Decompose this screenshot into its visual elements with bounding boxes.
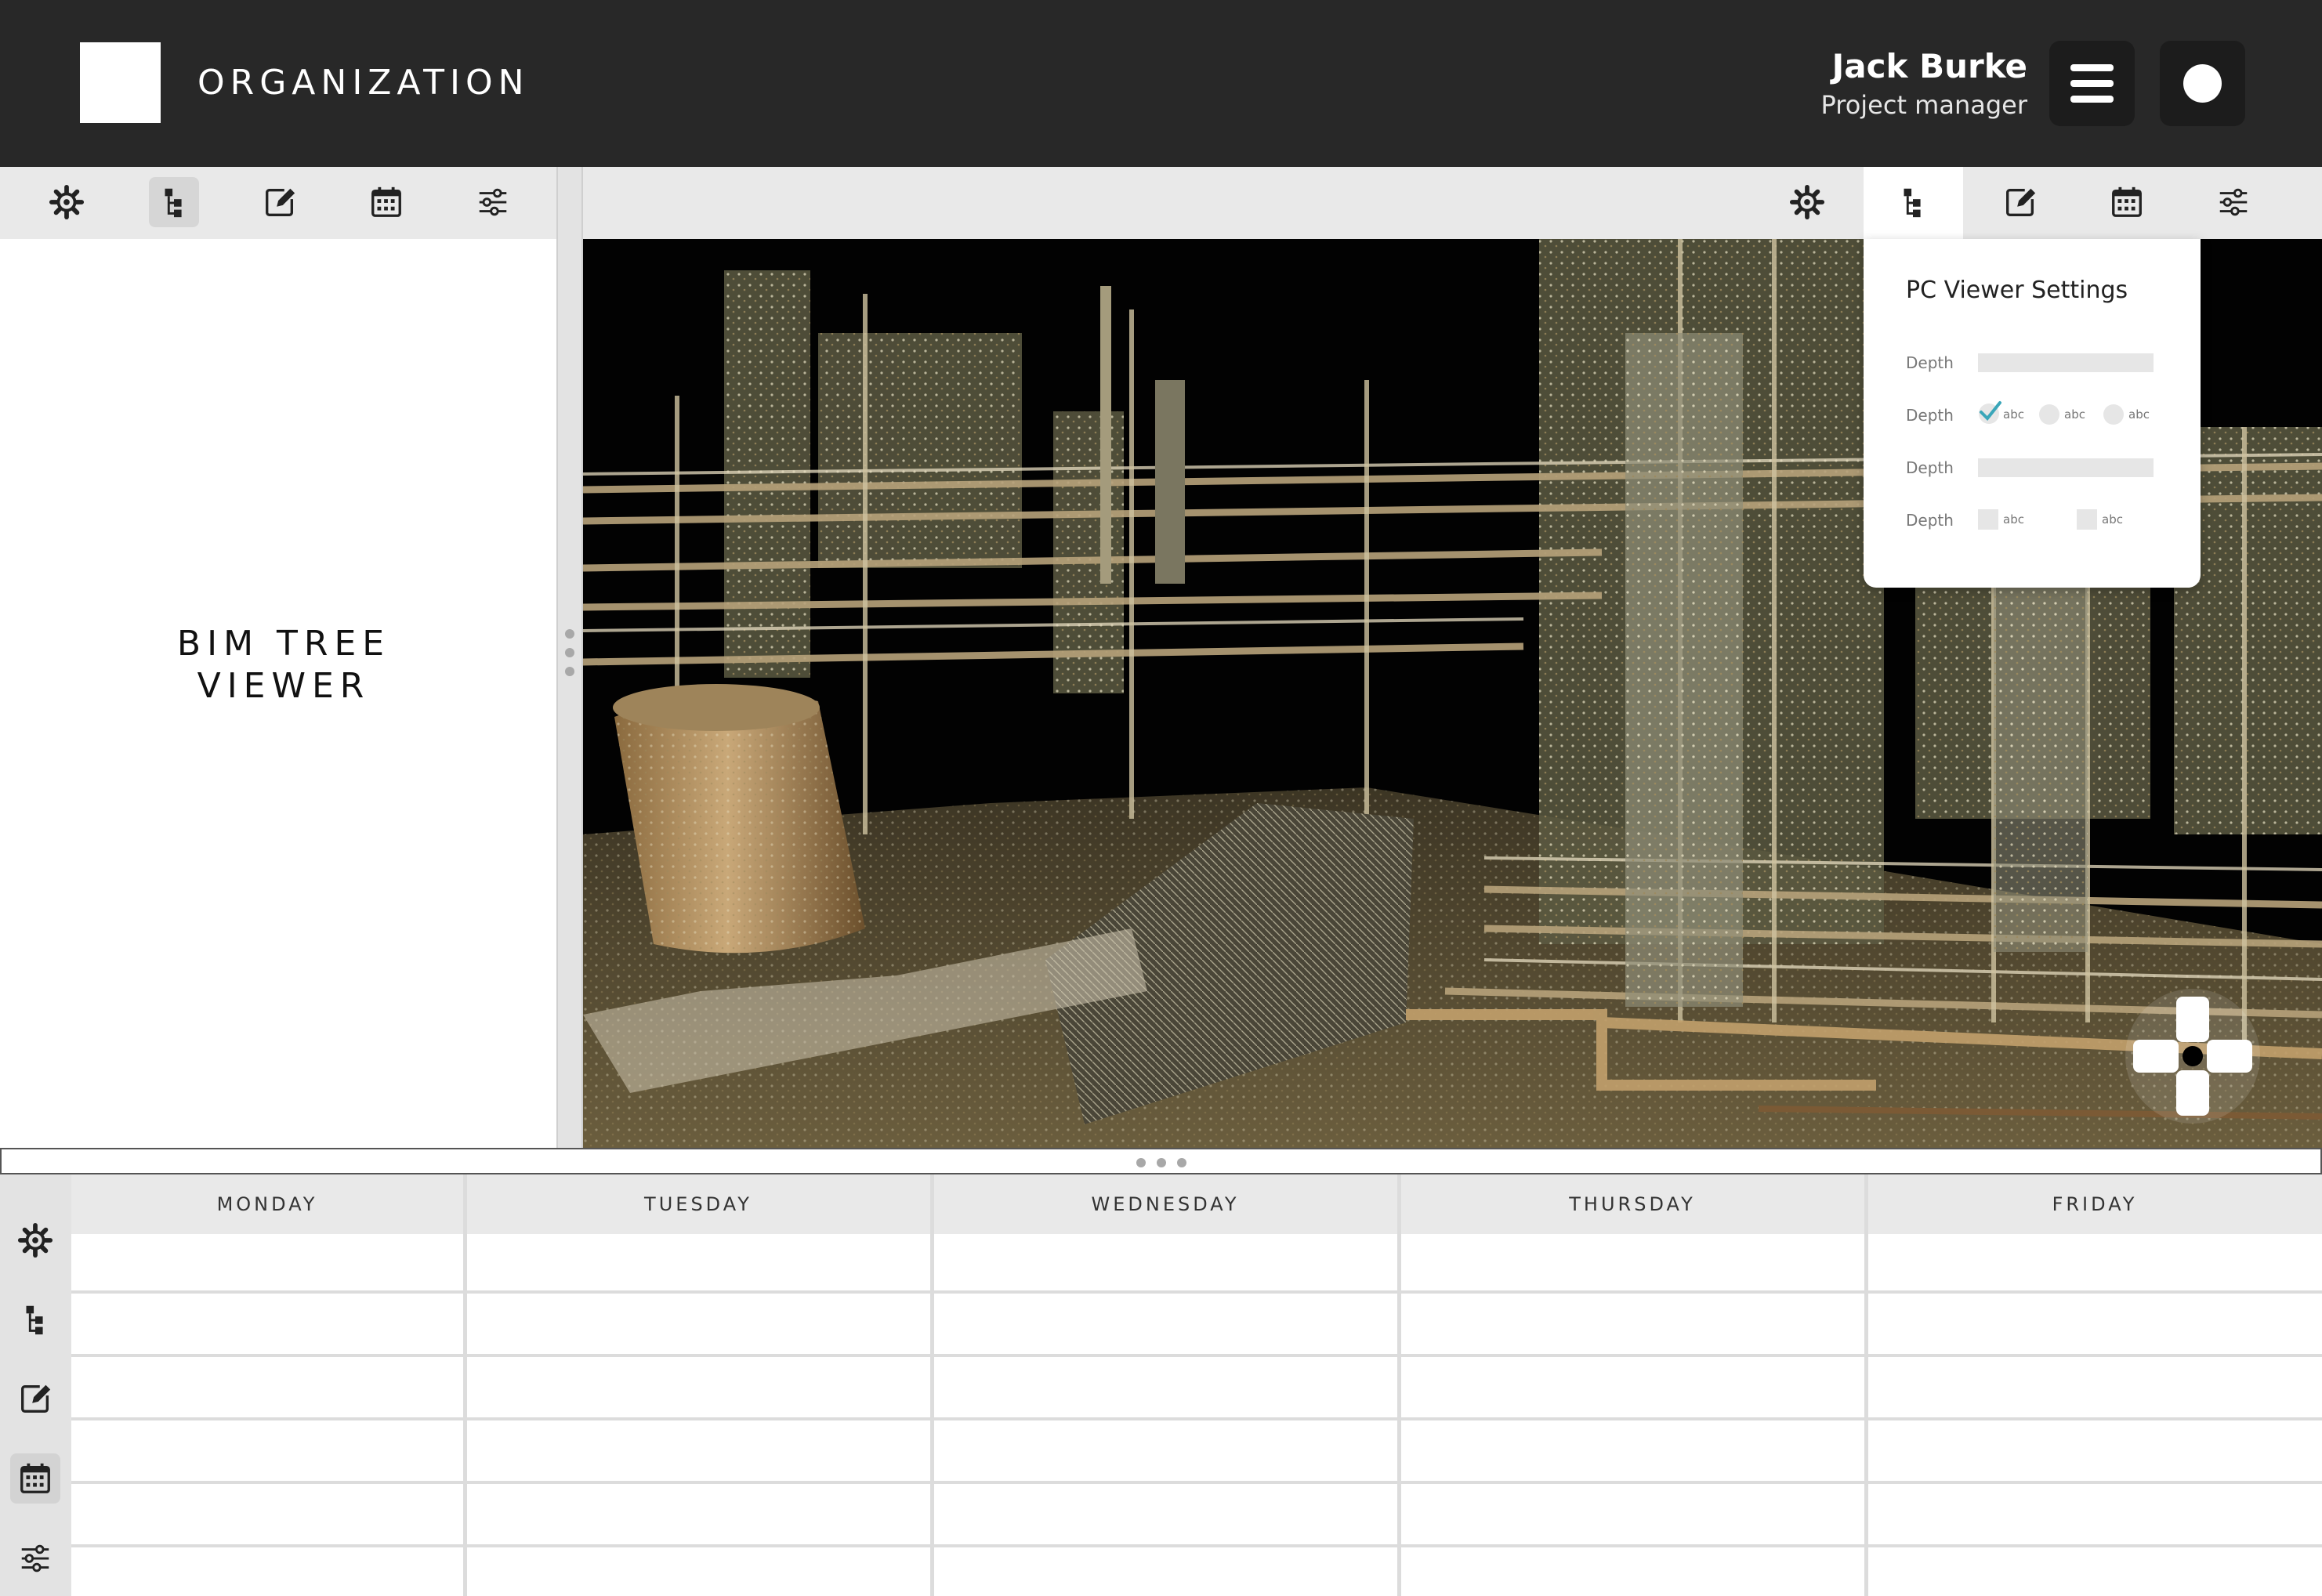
horizontal-splitter[interactable]	[0, 1148, 2322, 1174]
profile-dot-icon	[2183, 64, 2222, 103]
day-header: TUESDAY	[466, 1174, 930, 1234]
viewer-sliders-button[interactable]	[2208, 177, 2259, 227]
checkbox-option-label: abc	[2003, 512, 2024, 527]
grip-dot	[565, 667, 574, 676]
left-settings-button[interactable]	[42, 177, 92, 227]
depth-label: Depth	[1906, 458, 1954, 477]
wednesday-column: WEDNESDAY	[933, 1174, 1397, 1596]
settings-gear-icon	[17, 1222, 53, 1258]
rail-edit-button[interactable]	[10, 1373, 60, 1424]
tuesday-column: TUESDAY	[466, 1174, 930, 1596]
left-tree-button[interactable]	[149, 177, 199, 227]
weekly-calendar: MONDAY TUESDAY WEDNESDAY THURSDAY FRIDAY	[71, 1174, 2322, 1596]
app-header: ORGANIZATION Jack Burke Project manager	[0, 0, 2322, 167]
bim-tree-panel: BIM TREE VIEWER	[0, 239, 556, 1148]
bim-tree-title-line1: BIM TREE	[176, 624, 391, 664]
grip-dot	[1157, 1158, 1166, 1167]
hamburger-menu-icon	[2070, 64, 2114, 103]
day-header: WEDNESDAY	[933, 1174, 1397, 1234]
column-separator	[463, 1174, 467, 1596]
organization-logo[interactable]	[80, 42, 161, 123]
depth-label: Depth	[1906, 353, 1954, 372]
viewer-toolbar	[583, 167, 2322, 239]
settings-gear-icon	[1789, 184, 1825, 220]
calendar-row-line	[71, 1354, 2322, 1357]
depth-checkbox-row: Depth abc abc	[1906, 508, 2172, 531]
edit-note-icon	[2006, 188, 2036, 216]
pc-viewer-settings-popover: PC Viewer Settings Depth Depth abc abc a…	[1864, 239, 2201, 588]
calendar-row-line	[71, 1544, 2322, 1547]
left-edit-button[interactable]	[255, 177, 305, 227]
column-separator	[1397, 1174, 1401, 1596]
rail-sliders-button[interactable]	[10, 1533, 60, 1583]
checkmark-icon	[1979, 401, 2001, 424]
day-header: MONDAY	[71, 1174, 463, 1234]
day-header: FRIDAY	[1867, 1174, 2322, 1234]
grip-dot	[1177, 1158, 1186, 1167]
calendar-icon	[371, 186, 401, 217]
sliders-icon	[2219, 188, 2248, 216]
rail-settings-button[interactable]	[10, 1215, 60, 1265]
bottom-side-rail	[0, 1174, 71, 1596]
grip-dot	[1136, 1158, 1146, 1167]
grip-dot	[565, 629, 574, 639]
rail-tree-button[interactable]	[10, 1294, 60, 1344]
calendar-row-line	[71, 1290, 2322, 1294]
calendar-row-line	[71, 1481, 2322, 1484]
viewer-calendar-button[interactable]	[2102, 177, 2152, 227]
grip-dot	[565, 648, 574, 657]
settings-gear-icon	[49, 184, 85, 220]
radio-circle	[2039, 404, 2059, 425]
checkbox	[2077, 509, 2097, 530]
user-name: Jack Burke	[1831, 47, 2027, 85]
depth-slider-row: Depth	[1906, 350, 2172, 374]
depth-label: Depth	[1906, 511, 1954, 530]
radio-option-label: abc	[2064, 407, 2085, 422]
radio-option-label: abc	[2003, 407, 2024, 422]
friday-column: FRIDAY	[1867, 1174, 2322, 1596]
popover-title: PC Viewer Settings	[1906, 277, 2128, 304]
left-sliders-button[interactable]	[468, 177, 518, 227]
checkbox-option-label: abc	[2102, 512, 2123, 527]
bim-tree-title: BIM TREE VIEWER	[0, 623, 567, 708]
depth-radio-row: Depth abc abc abc	[1906, 401, 2172, 426]
calendar-icon	[20, 1463, 50, 1493]
viewer-edit-button[interactable]	[1995, 177, 2045, 227]
depth-slider[interactable]	[1978, 458, 2154, 477]
column-separator	[930, 1174, 934, 1596]
tree-hierarchy-icon	[26, 1305, 43, 1335]
radio-circle	[2103, 404, 2124, 425]
checkbox	[1978, 509, 1998, 530]
bim-tree-title-line2: VIEWER	[197, 666, 371, 706]
vertical-splitter[interactable]	[556, 167, 583, 1148]
sliders-icon	[479, 188, 507, 216]
edit-note-icon	[266, 188, 295, 216]
viewer-tree-tab[interactable]	[1864, 167, 1963, 239]
radio-option-label: abc	[2128, 407, 2150, 422]
viewer-tree-button[interactable]	[1888, 177, 1938, 227]
column-separator	[1864, 1174, 1868, 1596]
calendar-row-line	[71, 1417, 2322, 1420]
left-calendar-button[interactable]	[361, 177, 411, 227]
menu-button[interactable]	[2049, 41, 2135, 126]
rail-calendar-button[interactable]	[10, 1453, 60, 1504]
viewer-settings-button[interactable]	[1782, 177, 1832, 227]
monday-column: MONDAY	[71, 1174, 463, 1596]
left-panel-toolbar	[0, 167, 556, 239]
user-role: Project manager	[1820, 90, 2027, 120]
calendar-icon	[2112, 186, 2142, 217]
profile-button[interactable]	[2160, 41, 2245, 126]
sliders-icon	[21, 1544, 49, 1572]
day-header: THURSDAY	[1400, 1174, 1864, 1234]
navigation-pad-icon[interactable]	[2124, 987, 2262, 1125]
edit-note-icon	[21, 1384, 51, 1413]
thursday-column: THURSDAY	[1400, 1174, 1864, 1596]
tree-hierarchy-icon	[165, 188, 182, 218]
organization-name: ORGANIZATION	[197, 63, 530, 103]
depth-slider[interactable]	[1978, 353, 2154, 372]
depth-slider-row: Depth	[1906, 455, 2172, 479]
depth-label: Depth	[1906, 406, 1954, 425]
tree-hierarchy-icon	[1904, 188, 1921, 218]
